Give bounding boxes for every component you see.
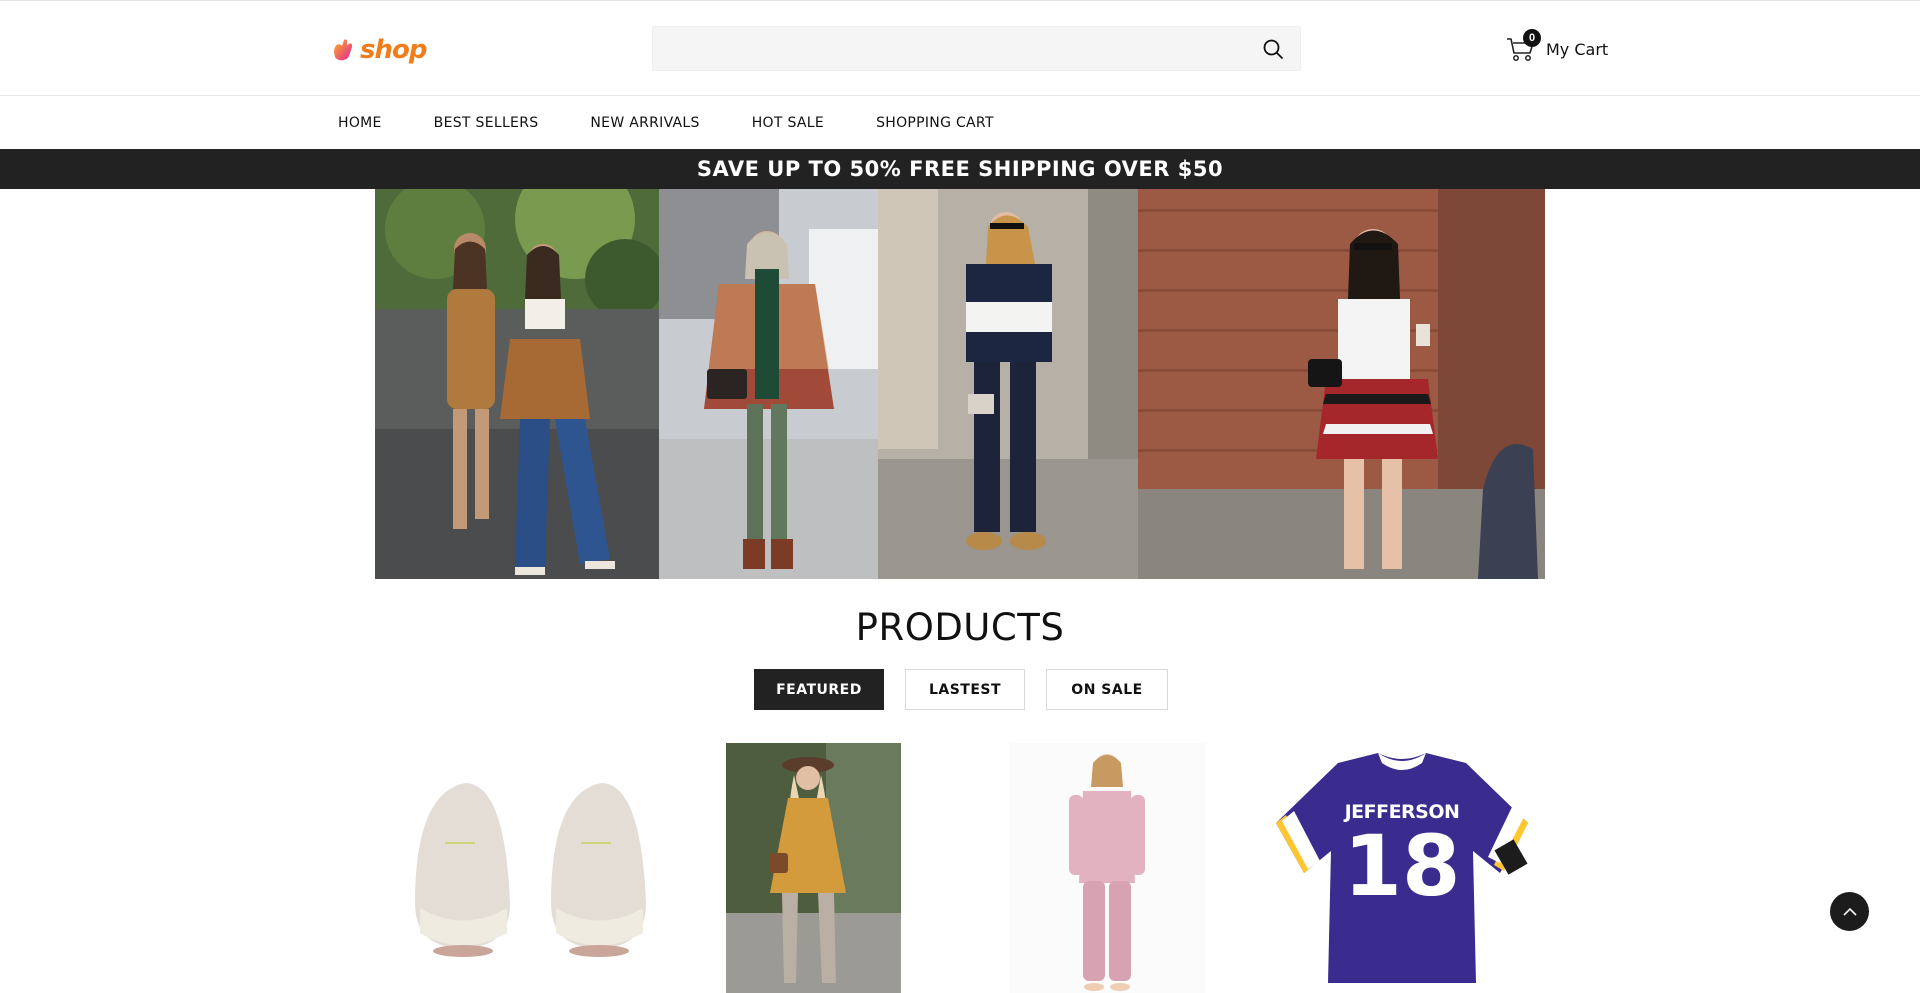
main-nav: HOME BEST SELLERS NEW ARRIVALS HOT SALE … xyxy=(0,97,1920,149)
product-card-sneakers[interactable] xyxy=(375,743,665,993)
cart-count-badge: 0 xyxy=(1523,29,1541,47)
products-heading: PRODUCTS xyxy=(855,606,1065,649)
search-bar xyxy=(652,26,1301,71)
nav-item-new-arrivals[interactable]: NEW ARRIVALS xyxy=(590,115,699,131)
promo-text: SAVE UP TO 50% FREE SHIPPING OVER $50 xyxy=(696,157,1224,181)
cart-label: My Cart xyxy=(1546,39,1609,59)
product-card-mustard-dress[interactable] xyxy=(726,743,901,993)
back-to-top-button[interactable] xyxy=(1830,892,1869,931)
hero-image-brick-wall xyxy=(1138,189,1545,579)
logo-mark-icon xyxy=(334,39,353,61)
tab-lastest[interactable]: LASTEST xyxy=(905,669,1025,710)
product-card-jersey[interactable]: JEFFERSON 18 xyxy=(1268,743,1536,993)
cart-button[interactable]: 0 My Cart xyxy=(1505,29,1609,66)
nav-item-home[interactable]: HOME xyxy=(338,115,382,131)
search-icon[interactable] xyxy=(1262,38,1284,60)
hero-banner[interactable] xyxy=(375,189,1545,579)
shop-logo[interactable]: shop xyxy=(330,34,427,66)
hero-image-plaid-poncho xyxy=(659,189,878,579)
hero-image-street-duo xyxy=(375,189,659,579)
nav-item-hot-sale[interactable]: HOT SALE xyxy=(752,115,824,131)
site-header: shop 0 My Cart xyxy=(0,1,1920,96)
tab-on-sale[interactable]: ON SALE xyxy=(1046,669,1168,710)
chevron-up-icon xyxy=(1842,907,1857,916)
tab-featured[interactable]: FEATURED xyxy=(754,669,884,710)
product-card-pink-pajamas[interactable] xyxy=(1009,743,1205,993)
product-grid: JEFFERSON 18 xyxy=(375,743,1545,993)
product-tabs: FEATURED LASTEST ON SALE xyxy=(754,669,1189,710)
promo-banner: SAVE UP TO 50% FREE SHIPPING OVER $50 xyxy=(0,149,1920,189)
hero-image-navy-top xyxy=(878,189,1138,579)
nav-item-best-sellers[interactable]: BEST SELLERS xyxy=(434,115,539,131)
nav-item-shopping-cart[interactable]: SHOPPING CART xyxy=(876,115,994,131)
jersey-number: 18 xyxy=(1343,817,1461,915)
search-input[interactable] xyxy=(653,27,1243,70)
logo-wordmark: shop xyxy=(360,35,427,65)
cart-icon: 0 xyxy=(1505,29,1541,65)
